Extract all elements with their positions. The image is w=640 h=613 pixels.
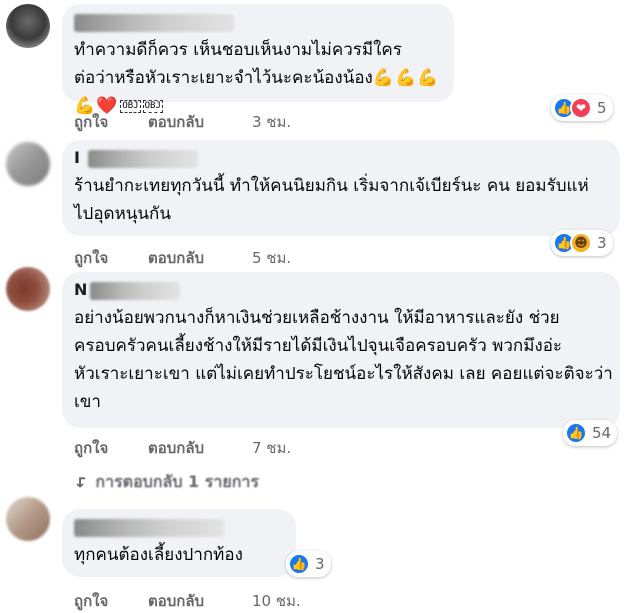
- like-reaction-icon: 👍: [288, 553, 310, 575]
- reply-arrow-icon: ↵: [71, 474, 91, 489]
- reaction-count: 54: [592, 424, 612, 442]
- reaction-summary[interactable]: 👍 ☻ 3: [551, 230, 613, 256]
- reply-button[interactable]: ตอบกลับ: [148, 589, 252, 613]
- reply-button[interactable]: ตอบกลับ: [148, 436, 252, 460]
- like-button[interactable]: ถูกใจ: [74, 436, 148, 460]
- author-name-redacted[interactable]: [88, 150, 198, 168]
- comment-text: ทำความดีก็ควร เห็นชอบเห็นงามไม่ควรมีใครต…: [74, 40, 440, 116]
- reaction-count: 3: [597, 234, 607, 252]
- avatar[interactable]: [6, 267, 50, 311]
- author-name-redacted[interactable]: [74, 519, 224, 537]
- comment-actions: ถูกใจ ตอบกลับ 3 ชม.: [74, 110, 291, 134]
- author-name-redacted[interactable]: [90, 282, 180, 300]
- reply-button[interactable]: ตอบกลับ: [148, 110, 252, 134]
- avatar[interactable]: [6, 497, 50, 541]
- author-name-redacted[interactable]: [74, 14, 234, 32]
- reaction-count: 5: [597, 99, 607, 117]
- comment-bubble: I ร้านยำกะเทยทุกวันนี้ ทำให้คนนิยมกิน เร…: [62, 140, 620, 236]
- reaction-summary[interactable]: 👍 3: [286, 551, 331, 577]
- reaction-summary[interactable]: 👍 ❤ 5: [551, 95, 613, 121]
- love-reaction-icon: ❤: [570, 97, 592, 119]
- reaction-count: 3: [315, 555, 325, 573]
- timestamp[interactable]: 3 ชม.: [252, 110, 291, 134]
- avatar[interactable]: [6, 142, 50, 186]
- haha-reaction-icon: ☻: [570, 232, 592, 254]
- comment-actions: ถูกใจ ตอบกลับ 7 ชม.: [74, 436, 291, 460]
- comment-text: อย่างน้อยพวกนางก็หาเงินช่วยเหลือช้างงาน …: [74, 308, 613, 412]
- comment-bubble: ทำความดีก็ควร เห็นชอบเห็นงามไม่ควรมีใครต…: [62, 4, 454, 116]
- timestamp[interactable]: 7 ชม.: [252, 436, 291, 460]
- comment-bubble: ทุกคนต้องเลี้ยงปากท้อง: [62, 509, 296, 577]
- comment-text: ทุกคนต้องเลี้ยงปากท้อง: [74, 545, 243, 565]
- like-button[interactable]: ถูกใจ: [74, 589, 148, 613]
- like-reaction-icon: 👍: [565, 422, 587, 444]
- replies-link-label: การตอบกลับ 1 รายการ: [95, 472, 259, 491]
- reaction-summary[interactable]: 👍 54: [563, 420, 618, 446]
- timestamp[interactable]: 5 ชม.: [252, 246, 291, 270]
- view-replies-link[interactable]: ↵ การตอบกลับ 1 รายการ: [71, 470, 259, 495]
- comment-text: ร้านยำกะเทยทุกวันนี้ ทำให้คนนิยมกิน เริ่…: [74, 176, 589, 224]
- reply-button[interactable]: ตอบกลับ: [148, 246, 252, 270]
- comment-actions: ถูกใจ ตอบกลับ 5 ชม.: [74, 246, 291, 270]
- comment-bubble: N อย่างน้อยพวกนางก็หาเงินช่วยเหลือช้างงา…: [62, 272, 620, 428]
- comment-actions: ถูกใจ ตอบกลับ 10 ชม.: [74, 589, 301, 613]
- like-button[interactable]: ถูกใจ: [74, 246, 148, 270]
- timestamp[interactable]: 10 ชม.: [252, 589, 301, 613]
- like-button[interactable]: ถูกใจ: [74, 110, 148, 134]
- avatar[interactable]: [6, 4, 50, 48]
- author-initial[interactable]: I: [74, 148, 80, 167]
- author-initial[interactable]: N: [74, 280, 87, 299]
